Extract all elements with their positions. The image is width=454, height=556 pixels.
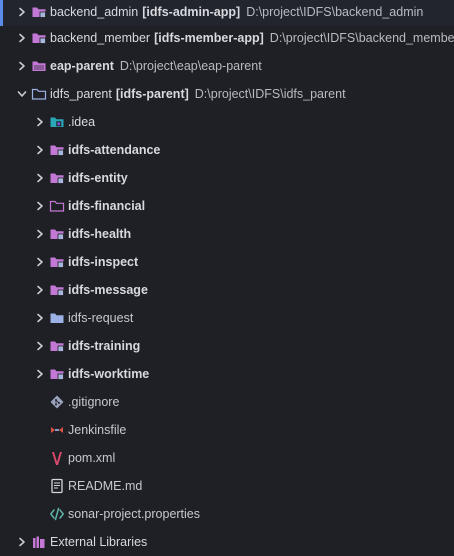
item-path: D:\project\IDFS\backend_admin xyxy=(246,5,424,19)
chevron-right-icon[interactable] xyxy=(15,535,29,549)
module-name: [idfs-parent] xyxy=(115,87,189,101)
git-icon xyxy=(49,394,65,410)
chevron-right-icon[interactable] xyxy=(33,255,47,269)
item-name: sonar-project.properties xyxy=(68,507,201,521)
chevron-right-icon[interactable] xyxy=(33,115,47,129)
item-name: pom.xml xyxy=(68,451,116,465)
chevron-right-icon[interactable] xyxy=(33,339,47,353)
chevron-right-icon[interactable] xyxy=(15,59,29,73)
chevron-right-icon[interactable] xyxy=(33,283,47,297)
item-name: idfs-inspect xyxy=(68,255,139,269)
readme-icon xyxy=(49,478,65,494)
item-name: Jenkinsfile xyxy=(68,423,127,437)
folder-icon xyxy=(31,86,47,102)
jenkins-icon xyxy=(49,422,65,438)
tree-item-pom[interactable]: pom.xml xyxy=(0,444,454,472)
item-name: idfs_parent xyxy=(50,87,112,101)
item-name: idfs-health xyxy=(68,227,132,241)
tree-item-readme[interactable]: README.md xyxy=(0,472,454,500)
tree-item-idfs-request[interactable]: idfs-request xyxy=(0,304,454,332)
tree-item-idfs-parent[interactable]: idfs_parent [idfs-parent] D:\project\IDF… xyxy=(0,80,454,108)
tree-item-sonar[interactable]: sonar-project.properties xyxy=(0,500,454,528)
chevron-down-icon[interactable] xyxy=(15,87,29,101)
code-file-icon xyxy=(49,506,65,522)
idea-folder-icon xyxy=(49,114,65,130)
tree-item-idfs-entity[interactable]: idfs-entity xyxy=(0,164,454,192)
tree-item-eap-parent[interactable]: eap-parent D:\project\eap\eap-parent xyxy=(0,52,454,80)
item-name: idfs-financial xyxy=(68,199,146,213)
tree-item-idea[interactable]: .idea xyxy=(0,108,454,136)
tree-item-idfs-financial[interactable]: idfs-financial xyxy=(0,192,454,220)
chevron-right-icon[interactable] xyxy=(33,171,47,185)
item-path: D:\project\IDFS\idfs_parent xyxy=(194,87,346,101)
item-name: backend_admin xyxy=(50,5,139,19)
item-path: D:\project\eap\eap-parent xyxy=(119,59,262,73)
module-folder-icon xyxy=(31,30,47,46)
chevron-right-icon[interactable] xyxy=(33,199,47,213)
item-name: idfs-worktime xyxy=(68,367,150,381)
tree-item-external-libraries[interactable]: External Libraries xyxy=(0,528,454,556)
module-folder-icon xyxy=(49,254,65,270)
item-name: eap-parent xyxy=(50,59,114,73)
folder-icon xyxy=(49,310,65,326)
module-folder-icon xyxy=(49,170,65,186)
chevron-right-icon[interactable] xyxy=(33,311,47,325)
module-folder-icon xyxy=(49,142,65,158)
chevron-right-icon[interactable] xyxy=(33,227,47,241)
tree-item-idfs-training[interactable]: idfs-training xyxy=(0,332,454,360)
tree-item-backend-member[interactable]: backend_member [idfs-member-app] D:\proj… xyxy=(0,24,454,52)
item-name: idfs-training xyxy=(68,339,141,353)
library-icon xyxy=(31,534,47,550)
tree-item-idfs-worktime[interactable]: idfs-worktime xyxy=(0,360,454,388)
module-folder-icon xyxy=(49,338,65,354)
module-folder-icon xyxy=(49,226,65,242)
tree-item-jenkinsfile[interactable]: Jenkinsfile xyxy=(0,416,454,444)
folder-icon xyxy=(49,198,65,214)
chevron-right-icon[interactable] xyxy=(33,367,47,381)
tree-item-gitignore[interactable]: .gitignore xyxy=(0,388,454,416)
module-name: [idfs-member-app] xyxy=(154,31,264,45)
item-name: idfs-attendance xyxy=(68,143,161,157)
module-folder-icon xyxy=(31,4,47,20)
module-name: [idfs-admin-app] xyxy=(142,5,241,19)
tree-item-idfs-message[interactable]: idfs-message xyxy=(0,276,454,304)
module-folder-icon xyxy=(31,58,47,74)
item-name: .idea xyxy=(68,115,96,129)
item-name: idfs-entity xyxy=(68,171,128,185)
item-path: D:\project\IDFS\backend_member xyxy=(269,31,454,45)
item-name: .gitignore xyxy=(68,395,120,409)
chevron-right-icon[interactable] xyxy=(15,31,29,45)
tree-item-idfs-inspect[interactable]: idfs-inspect xyxy=(0,248,454,276)
maven-icon xyxy=(49,450,65,466)
item-name: idfs-request xyxy=(68,311,134,325)
tree-item-backend-admin[interactable]: backend_admin [idfs-admin-app] D:\projec… xyxy=(0,0,454,26)
tree-item-idfs-attendance[interactable]: idfs-attendance xyxy=(0,136,454,164)
project-tree: backend_admin [idfs-admin-app] D:\projec… xyxy=(0,0,454,549)
item-name: backend_member xyxy=(50,31,151,45)
chevron-right-icon[interactable] xyxy=(33,143,47,157)
module-folder-icon xyxy=(49,282,65,298)
item-name: idfs-message xyxy=(68,283,148,297)
module-folder-icon xyxy=(49,366,65,382)
tree-item-idfs-health[interactable]: idfs-health xyxy=(0,220,454,248)
chevron-right-icon[interactable] xyxy=(15,5,29,19)
item-name: External Libraries xyxy=(50,535,148,549)
item-name: README.md xyxy=(68,479,143,493)
